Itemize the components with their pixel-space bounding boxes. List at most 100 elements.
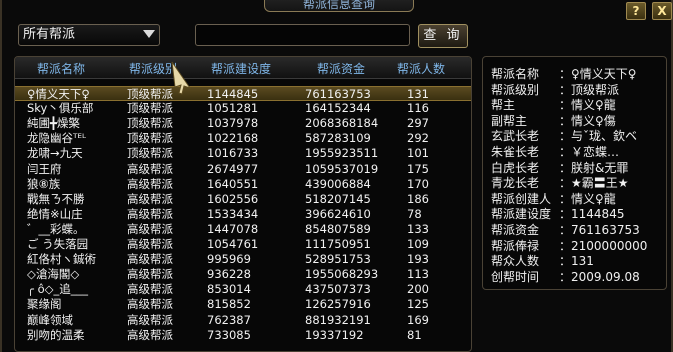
table-row[interactable]: Sky丶俱乐部 顶级帮派 1051281 164152344 116 bbox=[15, 101, 471, 116]
guild-filter-dropdown[interactable]: 所有帮派 bbox=[18, 24, 160, 46]
table-row[interactable]: ♀情义天下♀ 顶级帮派 1144845 761163753 131 bbox=[15, 86, 471, 101]
info-row: 帮派级别 ：顶级帮派 bbox=[491, 83, 619, 97]
members-cell: 186 bbox=[407, 191, 429, 206]
info-value: ￥恋蝶… bbox=[571, 145, 620, 159]
guild-name-cell: 戰無ㄋ不勝 bbox=[27, 191, 85, 206]
info-value: 朕射&无罪 bbox=[571, 160, 629, 175]
guild-name-cell: 龙啸→九天 bbox=[27, 146, 83, 161]
info-value: 情义♀傷 bbox=[571, 113, 616, 128]
guild-level-cell: 高级帮派 bbox=[127, 297, 173, 312]
info-value: 761163753 bbox=[571, 223, 640, 237]
info-label: 帮主 bbox=[491, 98, 516, 113]
table-row[interactable]: 龙隐幽谷ᵀᴱᴸ 顶级帮派 1022168 587283109 292 bbox=[15, 131, 471, 146]
info-row: 玄武长老 ：与ˇ珑、欽ベ bbox=[491, 129, 637, 143]
funds-cell: 19337192 bbox=[305, 327, 364, 342]
info-value: ♀情义天下♀ bbox=[571, 67, 637, 81]
table-row[interactable]: 别吻的温柔 高级帮派 733085 19337192 81 bbox=[15, 327, 471, 343]
search-input[interactable] bbox=[195, 24, 410, 46]
members-cell: 292 bbox=[407, 131, 429, 146]
table-row[interactable]: ◇滄海閣◇ 高级帮派 936228 1955068293 113 bbox=[15, 267, 471, 282]
guild-name-cell: 狼⑧族 bbox=[27, 176, 61, 191]
guild-name-cell: 巅峰领域 bbox=[27, 312, 73, 327]
table-row[interactable]: ╭ ô◇_追___ 高级帮派 853014 437507373 200 bbox=[15, 282, 471, 297]
info-row: 青龙长老 ：★霸〓王★ bbox=[491, 176, 629, 190]
guild-level-cell: 高级帮派 bbox=[127, 237, 173, 251]
guild-name-cell: 绝情※山庄 bbox=[27, 206, 83, 221]
funds-cell: 1955068293 bbox=[305, 267, 379, 282]
members-cell: 200 bbox=[407, 282, 429, 297]
guild-name-cell: ご う失落园 bbox=[27, 237, 89, 251]
info-separator: ： bbox=[559, 191, 572, 206]
help-button[interactable]: ? bbox=[626, 2, 646, 20]
table-row[interactable]: 紅佫村ヽ鋮術 高级帮派 995969 528951753 193 bbox=[15, 252, 471, 267]
info-value: 情义♀龍 bbox=[571, 191, 616, 206]
info-row: 帮主 ：情义♀龍 bbox=[491, 98, 616, 112]
members-cell: 131 bbox=[407, 87, 429, 101]
search-button[interactable]: 查 询 bbox=[418, 24, 468, 48]
info-separator: ： bbox=[559, 238, 572, 253]
table-row[interactable]: 龙啸→九天 顶级帮派 1016733 1955923511 101 bbox=[15, 146, 471, 161]
guild-level-cell: 高级帮派 bbox=[127, 282, 173, 297]
funds-cell: 854807589 bbox=[305, 221, 371, 236]
guild-name-cell: ╭ ô◇_追___ bbox=[27, 282, 88, 297]
guild-name-cell: ゛__彩蝶。 bbox=[27, 221, 85, 236]
info-separator: ： bbox=[559, 67, 572, 81]
info-separator: ： bbox=[559, 223, 572, 237]
funds-cell: 2068368184 bbox=[305, 116, 379, 131]
table-row[interactable]: 狼⑧族 高级帮派 1640551 439006884 170 bbox=[15, 176, 471, 192]
info-label: 帮众人数 bbox=[491, 254, 540, 269]
guild-name-cell: ♀情义天下♀ bbox=[27, 87, 90, 101]
guild-level-cell: 顶级帮派 bbox=[127, 116, 173, 131]
info-value: 2009.09.08 bbox=[571, 269, 640, 284]
info-separator: ： bbox=[559, 98, 572, 113]
header-guild-name[interactable]: 帮派名称 bbox=[37, 60, 85, 77]
info-row: 副帮主 ：情义♀傷 bbox=[491, 114, 616, 128]
info-label: 朱雀长老 bbox=[491, 145, 540, 159]
table-row[interactable]: 闫王府 高级帮派 2674977 1059537019 175 bbox=[15, 161, 471, 177]
info-label: 创帮时间 bbox=[491, 269, 540, 284]
table-row[interactable]: 巅峰领域 高级帮派 762387 881932191 169 bbox=[15, 312, 471, 328]
guild-level-cell: 顶级帮派 bbox=[127, 131, 173, 146]
construction-cell: 853014 bbox=[207, 282, 251, 297]
funds-cell: 1955923511 bbox=[305, 146, 379, 161]
table-row[interactable]: ゛__彩蝶。 高级帮派 1447078 854807589 133 bbox=[15, 221, 471, 237]
members-cell: 113 bbox=[407, 267, 429, 282]
info-label: 副帮主 bbox=[491, 113, 528, 128]
funds-cell: 439006884 bbox=[305, 176, 371, 191]
guild-name-cell: 純圃╋燥檠 bbox=[27, 116, 80, 131]
header-construction[interactable]: 帮派建设度 bbox=[211, 60, 271, 77]
info-separator: ： bbox=[559, 113, 572, 128]
guild-query-window: 帮派信息查询 ? X 所有帮派 查 询 帮派名称 帮派级别 帮派建设度 帮派资金… bbox=[0, 0, 673, 352]
guild-name-cell: 聚缘阁 bbox=[27, 297, 62, 312]
info-separator: ： bbox=[559, 254, 572, 269]
info-separator: ： bbox=[559, 160, 572, 175]
guild-name-cell: 闫王府 bbox=[27, 161, 62, 176]
info-separator: ： bbox=[559, 207, 572, 222]
funds-cell: 1059537019 bbox=[305, 161, 379, 176]
info-value: 情义♀龍 bbox=[571, 98, 616, 113]
header-funds[interactable]: 帮派资金 bbox=[317, 60, 365, 77]
guild-level-cell: 高级帮派 bbox=[127, 176, 173, 191]
header-members[interactable]: 帮派人数 bbox=[397, 60, 445, 77]
members-cell: 101 bbox=[407, 146, 429, 161]
info-separator: ： bbox=[559, 82, 572, 97]
info-separator: ： bbox=[559, 129, 572, 144]
table-row[interactable]: 純圃╋燥檠 顶级帮派 1037978 2068368184 297 bbox=[15, 116, 471, 131]
close-button[interactable]: X bbox=[652, 2, 672, 20]
table-row[interactable]: ご う失落园 高级帮派 1054761 111750951 109 bbox=[15, 237, 471, 252]
funds-cell: 528951753 bbox=[305, 252, 371, 267]
construction-cell: 995969 bbox=[207, 252, 251, 267]
pointer-cursor-icon bbox=[171, 61, 192, 95]
table-row[interactable]: 戰無ㄋ不勝 高级帮派 1602556 518207145 186 bbox=[15, 191, 471, 207]
members-cell: 109 bbox=[407, 237, 429, 251]
table-row[interactable]: 绝情※山庄 高级帮派 1533434 396624610 78 bbox=[15, 206, 471, 222]
info-row: 帮派俸禄 ：2100000000 bbox=[491, 239, 647, 253]
guild-table: 帮派名称 帮派级别 帮派建设度 帮派资金 帮派人数 ♀情义天下♀ 顶级帮派 1144… bbox=[14, 56, 472, 352]
info-row: 帮众人数 ：131 bbox=[491, 254, 594, 268]
info-row: 帮派名称 ：♀情义天下♀ bbox=[491, 67, 637, 81]
info-row: 帮派创建人 ：情义♀龍 bbox=[491, 192, 616, 206]
funds-cell: 761163753 bbox=[305, 87, 371, 101]
construction-cell: 1051281 bbox=[207, 101, 259, 116]
funds-cell: 518207145 bbox=[305, 191, 371, 206]
table-row[interactable]: 聚缘阁 高级帮派 815852 126257916 125 bbox=[15, 297, 471, 312]
